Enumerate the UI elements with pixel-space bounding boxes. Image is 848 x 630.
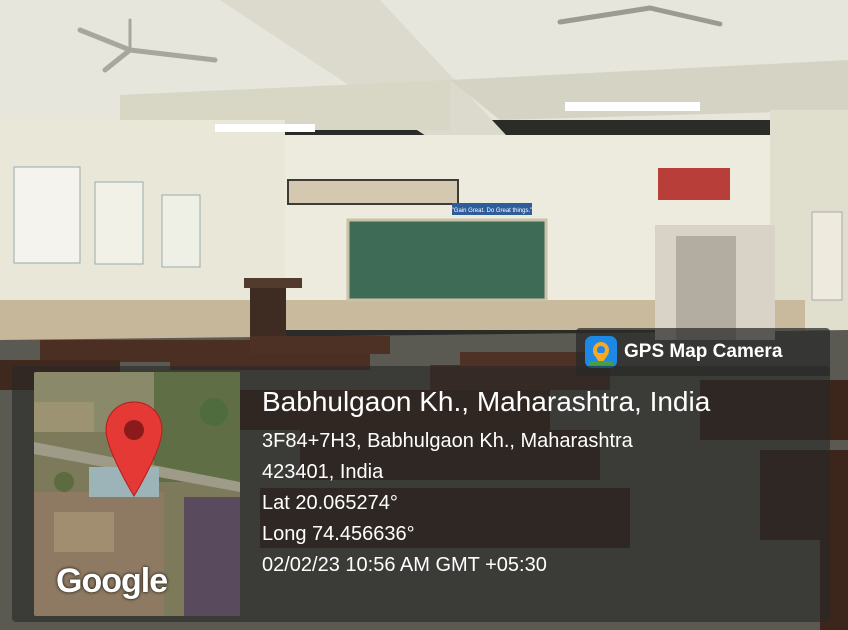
tube-light-1 [215,124,315,132]
gps-camera-icon [585,336,617,368]
board-sign-text: "Gain Great. Do Great things." [452,208,533,214]
wall-poster-2 [94,181,144,265]
chalkboard [346,218,548,302]
location-details: Babhulgaon Kh., Maharashtra, India 3F84+… [262,386,710,581]
latitude: Lat 20.065274° [262,492,398,514]
location-title: Babhulgaon Kh., Maharashtra, India [262,386,711,417]
longitude: Long 74.456636° [262,523,415,545]
google-attribution: Google [56,562,168,600]
badge-label: GPS Map Camera [624,341,783,362]
timestamp: 02/02/23 10:56 AM GMT +05:30 [262,554,547,576]
ventilator-window [287,179,459,205]
podium-top [244,278,302,288]
podium [250,280,286,340]
left-dado [0,300,285,340]
address-line-2: 423401, India [262,461,384,483]
photo-stage: "Gain Great. Do Great things." GPS Map C… [0,0,848,630]
wall-poster-1 [13,166,81,264]
red-notice-board [658,168,730,200]
address-line-1: 3F84+7H3, Babhulgaon Kh., Maharashtra [262,430,633,452]
map-pin-icon [105,401,163,497]
satellite-map-thumbnail: Google [34,372,240,616]
wall-poster-3 [161,194,201,268]
location-info-panel: Google Babhulgaon Kh., Maharashtra, Indi… [12,366,830,622]
wall-poster-right [811,211,843,301]
door-opening [676,236,736,340]
tube-light-2 [565,102,700,111]
